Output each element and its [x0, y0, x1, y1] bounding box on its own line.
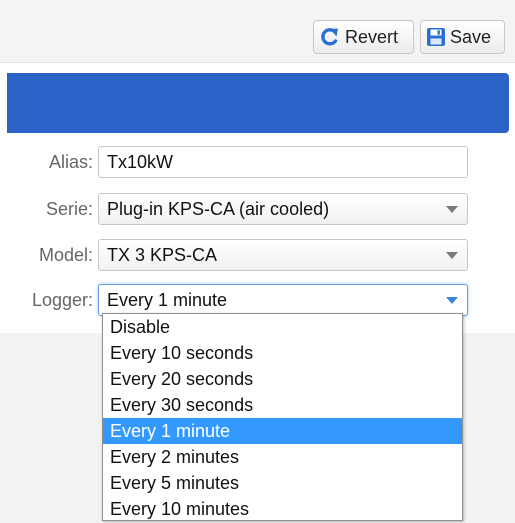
chevron-down-icon [446, 252, 458, 259]
model-selected-value: TX 3 KPS-CA [107, 245, 218, 265]
logger-option[interactable]: Every 10 minutes [103, 496, 462, 522]
revert-arrow-icon [319, 27, 345, 47]
serie-label: Serie: [45, 199, 93, 219]
alias-label: Alias: [48, 152, 93, 172]
logger-option[interactable]: Every 30 seconds [103, 392, 462, 418]
logger-option[interactable]: Disable [103, 314, 462, 340]
model-label: Model: [38, 245, 93, 265]
logger-row: Logger: Every 1 minute [0, 284, 515, 316]
logger-label: Logger: [31, 290, 93, 310]
model-select[interactable]: TX 3 KPS-CA [98, 239, 468, 271]
revert-label: Revert [345, 26, 399, 47]
logger-dropdown-list: Disable Every 10 seconds Every 20 second… [102, 313, 463, 521]
logger-select[interactable]: Every 1 minute [98, 284, 468, 316]
logger-option[interactable]: Every 10 seconds [103, 340, 462, 366]
serie-selected-value: Plug-in KPS-CA (air cooled) [107, 199, 330, 219]
model-row: Model: TX 3 KPS-CA [0, 239, 515, 271]
save-label: Save [450, 26, 492, 47]
serie-row: Serie: Plug-in KPS-CA (air cooled) [0, 193, 515, 225]
revert-button[interactable]: Revert [313, 20, 414, 54]
alias-input[interactable] [98, 146, 468, 178]
toolbar: Revert Save [0, 0, 515, 63]
logger-option[interactable]: Every 5 minutes [103, 470, 462, 496]
logger-option[interactable]: Every 2 minutes [103, 444, 462, 470]
save-button[interactable]: Save [420, 20, 505, 54]
chevron-down-icon [446, 297, 458, 304]
section-header-band [7, 73, 509, 133]
serie-select[interactable]: Plug-in KPS-CA (air cooled) [98, 193, 468, 225]
alias-row: Alias: [0, 146, 515, 178]
chevron-down-icon [446, 206, 458, 213]
logger-selected-value: Every 1 minute [107, 290, 228, 310]
logger-option[interactable]: Every 1 minute [103, 418, 462, 444]
logger-option[interactable]: Every 20 seconds [103, 366, 462, 392]
floppy-disk-icon [426, 27, 450, 47]
